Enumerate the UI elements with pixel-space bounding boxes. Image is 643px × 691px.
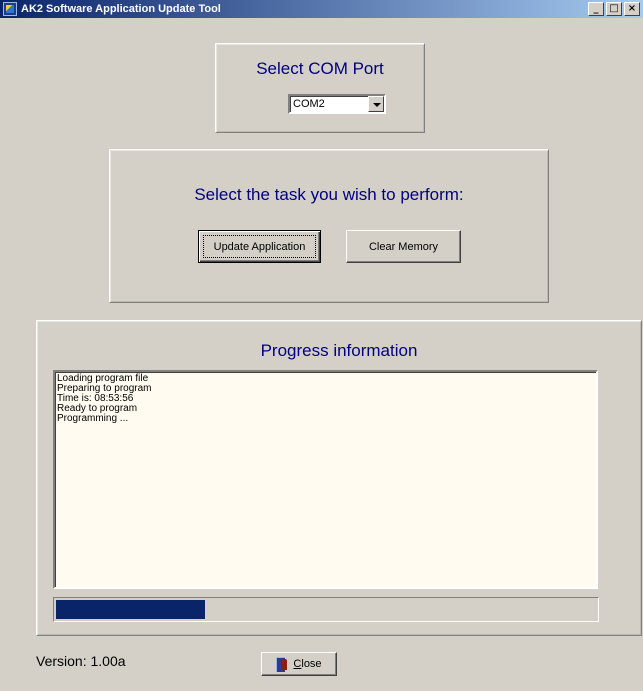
task-heading: Select the task you wish to perform: xyxy=(194,185,464,204)
log-line: Time is: 08:53:56 xyxy=(57,393,134,404)
com-port-value: COM2 xyxy=(293,98,325,110)
chevron-down-icon[interactable] xyxy=(368,96,384,112)
com-port-heading: Select COM Port xyxy=(256,59,384,78)
progress-panel: Progress information Loading program fil… xyxy=(36,320,642,636)
close-button[interactable]: Close xyxy=(261,652,337,676)
task-panel: Select the task you wish to perform: Upd… xyxy=(109,149,549,303)
progress-heading: Progress information xyxy=(260,341,418,360)
com-port-panel: Select COM Port COM2 xyxy=(215,43,425,133)
title-bar[interactable]: AK2 Software Application Update Tool _ □… xyxy=(0,0,643,18)
close-label: Close xyxy=(293,658,322,670)
progress-bar xyxy=(53,597,599,622)
clear-memory-button[interactable]: Clear Memory xyxy=(346,230,461,263)
progress-log[interactable]: Loading program file Preparing to progra… xyxy=(53,370,598,589)
window-title: AK2 Software Application Update Tool xyxy=(21,3,221,15)
maximize-button[interactable]: □ xyxy=(606,2,622,16)
door-exit-icon xyxy=(276,656,289,672)
focus-rect xyxy=(203,235,316,258)
close-window-button[interactable]: × xyxy=(624,2,640,16)
clear-memory-label: Clear Memory xyxy=(368,240,439,253)
com-port-select[interactable]: COM2 xyxy=(288,94,386,114)
log-line: Preparing to program xyxy=(57,383,152,394)
minimize-button[interactable]: _ xyxy=(588,2,604,16)
version-label: Version: 1.00a xyxy=(36,653,126,669)
log-line: Programming ... xyxy=(57,413,129,424)
log-line: Ready to program xyxy=(57,403,138,414)
progress-fill xyxy=(56,600,205,619)
app-icon xyxy=(3,2,17,16)
update-application-button[interactable]: Update Application xyxy=(198,230,321,263)
